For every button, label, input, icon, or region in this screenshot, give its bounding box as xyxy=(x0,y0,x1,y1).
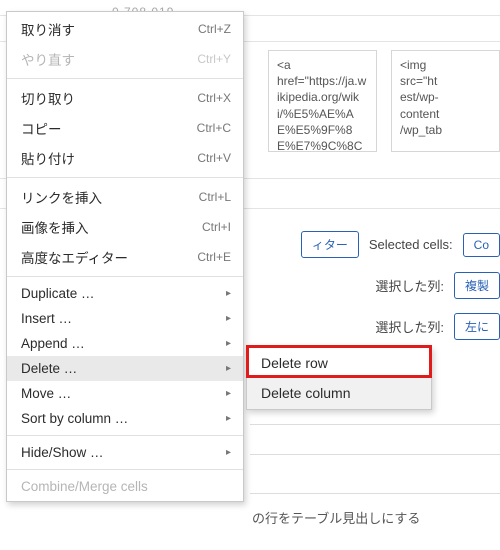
menu-insert[interactable]: Insert … ▸ xyxy=(7,306,243,331)
menu-copy-shortcut: Ctrl+C xyxy=(197,121,231,135)
menu-copy[interactable]: コピー Ctrl+C xyxy=(7,113,243,143)
menu-undo[interactable]: 取り消す Ctrl+Z xyxy=(7,14,243,44)
selected-col-label-2: 選択した列: xyxy=(375,317,444,336)
menu-separator xyxy=(7,78,243,79)
delete-submenu[interactable]: Delete row Delete column xyxy=(246,346,432,410)
menu-duplicate[interactable]: Duplicate … ▸ xyxy=(7,281,243,306)
bg-cell-1[interactable]: <a href="https://ja.wikipedia.org/wiki/%… xyxy=(268,50,377,152)
bg-footer-text: の行をテーブル見出しにする xyxy=(252,508,420,527)
col-duplicate-button[interactable]: 複製 xyxy=(454,272,500,299)
menu-advanced-editor[interactable]: 高度なエディター Ctrl+E xyxy=(7,242,243,272)
menu-redo-label: やり直す xyxy=(21,49,75,69)
bg-cell-row: <a href="https://ja.wikipedia.org/wiki/%… xyxy=(268,50,500,152)
menu-append-label: Append … xyxy=(21,336,85,351)
submenu-arrow-icon: ▸ xyxy=(226,413,231,424)
selected-col-label-1: 選択した列: xyxy=(375,276,444,295)
menu-hide-show[interactable]: Hide/Show … ▸ xyxy=(7,440,243,465)
menu-sort-label: Sort by column … xyxy=(21,411,128,426)
menu-insert-label: Insert … xyxy=(21,311,72,326)
menu-copy-label: コピー xyxy=(21,118,62,138)
menu-sort[interactable]: Sort by column … ▸ xyxy=(7,406,243,431)
menu-cut[interactable]: 切り取り Ctrl+X xyxy=(7,83,243,113)
menu-separator xyxy=(7,276,243,277)
menu-insert-image[interactable]: 画像を挿入 Ctrl+I xyxy=(7,212,243,242)
menu-cut-shortcut: Ctrl+X xyxy=(197,91,231,105)
bg-right-controls: ィター Selected cells: Co 選択した列: 複製 選択した列: … xyxy=(260,224,500,347)
menu-delete[interactable]: Delete … ▸ xyxy=(7,356,243,381)
menu-paste[interactable]: 貼り付け Ctrl+V xyxy=(7,143,243,173)
menu-image-label: 画像を挿入 xyxy=(21,217,89,237)
context-menu[interactable]: 取り消す Ctrl+Z やり直す Ctrl+Y 切り取り Ctrl+X コピー … xyxy=(6,11,244,502)
col-left-button[interactable]: 左に xyxy=(454,313,500,340)
submenu-arrow-icon: ▸ xyxy=(226,313,231,324)
menu-hide-label: Hide/Show … xyxy=(21,445,104,460)
menu-separator xyxy=(7,435,243,436)
menu-append[interactable]: Append … ▸ xyxy=(7,331,243,356)
submenu-arrow-icon: ▸ xyxy=(226,388,231,399)
menu-combine-label: Combine/Merge cells xyxy=(21,479,148,494)
submenu-arrow-icon: ▸ xyxy=(226,288,231,299)
menu-undo-label: 取り消す xyxy=(21,19,75,39)
menu-paste-label: 貼り付け xyxy=(21,148,75,168)
editor-button[interactable]: ィター xyxy=(301,231,359,258)
submenu-arrow-icon: ▸ xyxy=(226,338,231,349)
menu-redo-shortcut: Ctrl+Y xyxy=(197,52,231,66)
menu-undo-shortcut: Ctrl+Z xyxy=(198,22,231,36)
selected-cells-button[interactable]: Co xyxy=(463,233,500,257)
menu-duplicate-label: Duplicate … xyxy=(21,286,95,301)
menu-insert-link[interactable]: リンクを挿入 Ctrl+L xyxy=(7,182,243,212)
menu-paste-shortcut: Ctrl+V xyxy=(197,151,231,165)
submenu-arrow-icon: ▸ xyxy=(226,363,231,374)
menu-move-label: Move … xyxy=(21,386,71,401)
menu-separator xyxy=(7,469,243,470)
menu-delete-label: Delete … xyxy=(21,361,77,376)
selected-cells-label: Selected cells: xyxy=(369,237,453,252)
menu-combine-merge: Combine/Merge cells xyxy=(7,474,243,499)
menu-redo: やり直す Ctrl+Y xyxy=(7,44,243,74)
submenu-delete-column[interactable]: Delete column xyxy=(247,378,431,408)
menu-link-label: リンクを挿入 xyxy=(21,187,102,207)
menu-cut-label: 切り取り xyxy=(21,88,75,108)
menu-link-shortcut: Ctrl+L xyxy=(199,190,231,204)
menu-adv-label: 高度なエディター xyxy=(21,247,128,267)
menu-move[interactable]: Move … ▸ xyxy=(7,381,243,406)
submenu-arrow-icon: ▸ xyxy=(226,447,231,458)
menu-separator xyxy=(7,177,243,178)
submenu-delete-row[interactable]: Delete row xyxy=(247,348,431,378)
menu-image-shortcut: Ctrl+I xyxy=(202,220,231,234)
menu-adv-shortcut: Ctrl+E xyxy=(197,250,231,264)
bg-cell-2[interactable]: <img src="ht est/wp- content /wp_tab xyxy=(391,50,500,152)
